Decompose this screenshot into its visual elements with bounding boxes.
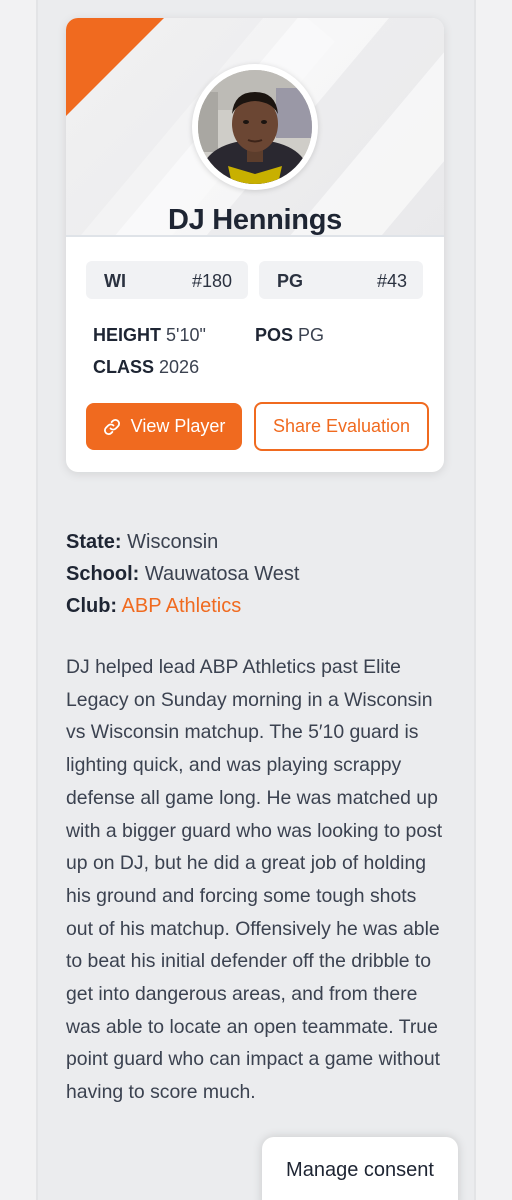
evaluation-text: DJ helped lead ABP Athletics past Elite … <box>66 651 446 1109</box>
school-label: School: <box>66 563 140 585</box>
state-label: State: <box>66 531 122 553</box>
position-rank-label: PG <box>277 271 304 291</box>
state-rank-badge: WI #180 <box>86 261 248 299</box>
share-evaluation-button[interactable]: Share Evaluation <box>254 402 429 451</box>
link-icon <box>103 418 121 436</box>
manage-consent-button[interactable]: Manage consent <box>262 1137 458 1200</box>
state-rank-label: WI <box>104 271 126 291</box>
view-player-button[interactable]: View Player <box>86 403 242 450</box>
class-label: CLASS <box>93 357 155 377</box>
position-rank-badge: PG #43 <box>259 261 423 299</box>
pos-label: POS <box>255 325 294 345</box>
height-label: HEIGHT <box>93 325 162 345</box>
height-stat: HEIGHT 5'10" <box>93 325 206 346</box>
manage-consent-label: Manage consent <box>286 1159 434 1181</box>
class-value: 2026 <box>159 357 200 377</box>
page-edge-right <box>474 0 476 1200</box>
club-link[interactable]: ABP Athletics <box>122 595 242 617</box>
position-rank-value: #43 <box>376 271 407 291</box>
club-label: Club: <box>66 595 118 617</box>
state-line: State: Wisconsin <box>66 531 218 554</box>
player-name: DJ Hennings <box>168 204 342 236</box>
page: DJ Hennings WI #180 PG #43 HEIGHT 5'10" … <box>0 0 512 1200</box>
position-stat: POS PG <box>255 325 324 346</box>
card-header: DJ Hennings <box>66 18 444 236</box>
header-divider <box>66 235 444 237</box>
height-value: 5'10" <box>166 325 206 345</box>
view-player-label: View Player <box>130 416 226 436</box>
bio-paragraph: DJ helped lead ABP Athletics past Elite … <box>66 656 443 1104</box>
school-line: School: Wauwatosa West <box>66 563 299 586</box>
club-line: Club: ABP Athletics <box>66 595 241 618</box>
state-value: Wisconsin <box>127 531 219 553</box>
accent-corner <box>66 18 164 116</box>
class-stat: CLASS 2026 <box>93 357 199 378</box>
player-photo <box>198 70 312 184</box>
avatar-photo <box>198 70 312 184</box>
state-rank-value: #180 <box>191 271 232 291</box>
school-value: Wauwatosa West <box>144 563 300 585</box>
share-evaluation-label: Share Evaluation <box>272 416 411 436</box>
avatar <box>192 64 318 190</box>
player-card: DJ Hennings WI #180 PG #43 HEIGHT 5'10" … <box>66 18 444 472</box>
pos-value: PG <box>298 325 325 345</box>
